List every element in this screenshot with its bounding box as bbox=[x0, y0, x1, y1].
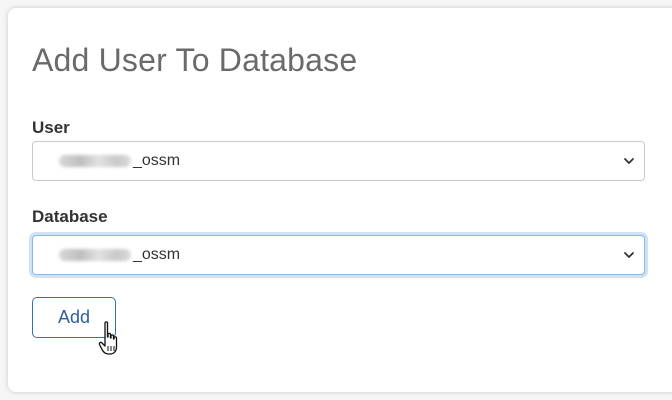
redacted-text bbox=[59, 155, 131, 167]
user-select-value: _ossm bbox=[133, 152, 181, 169]
hand-pointer-cursor-icon bbox=[98, 321, 118, 355]
card-title: Add User To Database bbox=[32, 42, 358, 78]
database-label: Database bbox=[32, 207, 108, 226]
chevron-down-icon bbox=[624, 158, 634, 164]
redacted-text bbox=[59, 249, 131, 261]
chevron-down-icon bbox=[624, 252, 634, 258]
user-select[interactable]: _ossm bbox=[32, 141, 645, 181]
database-select-value: _ossm bbox=[133, 246, 181, 263]
user-label: User bbox=[32, 118, 70, 137]
page: Add User To Database User _ossm Database… bbox=[0, 0, 672, 400]
database-select[interactable]: _ossm bbox=[32, 235, 645, 275]
